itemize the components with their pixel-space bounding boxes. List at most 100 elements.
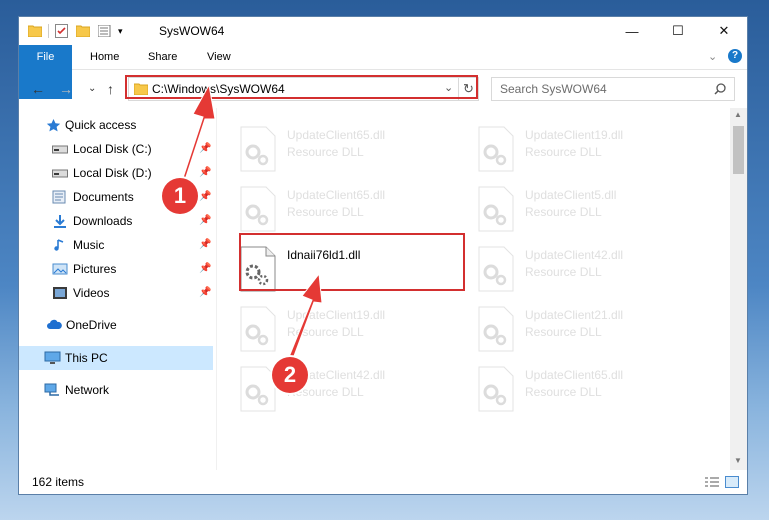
sidebar-item-local-disk-c[interactable]: Local Disk (C:) xyxy=(52,138,152,160)
file-item[interactable]: UpdateClient21.dll Resource DLL xyxy=(477,306,707,360)
ribbon-tabs: File Home Share View ⌄ ? xyxy=(19,45,747,99)
music-icon xyxy=(54,239,64,251)
file-type: Resource DLL xyxy=(525,205,602,219)
file-name: UpdateClient65.dll xyxy=(525,368,624,382)
sidebar-item-label: Music xyxy=(73,238,105,252)
customize-toolbar-icon[interactable]: ▾ xyxy=(118,26,123,37)
expand-ribbon-icon[interactable]: ⌄ xyxy=(708,50,717,63)
sidebar-item-documents[interactable]: Documents xyxy=(52,186,134,208)
sidebar-item-onedrive[interactable]: OneDrive xyxy=(46,314,117,336)
new-folder-icon[interactable] xyxy=(76,25,90,37)
large-icons-view-icon[interactable] xyxy=(725,476,739,488)
tab-share[interactable]: Share xyxy=(148,45,177,69)
sidebar-item-videos[interactable]: Videos xyxy=(52,282,109,304)
title-bar: ▾ SysWOW64 — ☐ ✕ xyxy=(19,17,747,45)
address-bar-highlight xyxy=(125,75,478,99)
search-icon[interactable] xyxy=(714,83,726,95)
sidebar-item-label: Downloads xyxy=(73,214,133,228)
details-view-icon[interactable] xyxy=(705,476,719,488)
file-item[interactable]: UpdateClient42.dll Resource DLL xyxy=(477,246,707,300)
file-type: Resource DLL xyxy=(525,325,602,339)
dll-file-icon xyxy=(240,186,276,232)
network-icon xyxy=(44,383,59,396)
explorer-window: ▾ SysWOW64 — ☐ ✕ File Home Share View ⌄ … xyxy=(19,17,747,494)
help-icon[interactable]: ? xyxy=(728,49,742,63)
videos-icon xyxy=(53,287,67,299)
file-item[interactable]: UpdateClient65.dll Resource DLL xyxy=(477,366,707,420)
scroll-up-icon[interactable]: ▲ xyxy=(734,110,742,119)
dll-file-icon xyxy=(478,186,514,232)
downloads-icon xyxy=(54,215,66,228)
file-item[interactable]: UpdateClient65.dll Resource DLL xyxy=(239,186,469,240)
file-type: Resource DLL xyxy=(287,205,364,219)
item-count: 162 items xyxy=(32,475,85,489)
sidebar-item-downloads[interactable]: Downloads xyxy=(52,210,132,232)
tab-view[interactable]: View xyxy=(207,45,231,69)
file-highlight xyxy=(239,233,465,291)
file-item[interactable]: UpdateClient19.dll Resource DLL xyxy=(477,126,707,180)
star-icon xyxy=(46,118,61,131)
drive-icon xyxy=(52,169,68,178)
status-bar: 162 items xyxy=(19,470,747,494)
quick-access-toolbar: ▾ xyxy=(28,22,123,40)
dll-file-icon xyxy=(478,246,514,292)
file-name: UpdateClient65.dll xyxy=(287,188,386,202)
sidebar-item-label: This PC xyxy=(65,351,108,365)
sidebar-item-label: Local Disk (C:) xyxy=(73,142,152,156)
sidebar-item-quick-access[interactable]: Quick access xyxy=(46,114,136,136)
navigation-pane: Quick access Local Disk (C:) 📌 Local Dis… xyxy=(19,108,216,468)
pictures-icon xyxy=(52,263,68,275)
dll-file-icon xyxy=(240,306,276,352)
file-item[interactable]: UpdateClient65.dll Resource DLL xyxy=(239,126,469,180)
file-type: Resource DLL xyxy=(525,145,602,159)
minimize-button[interactable]: — xyxy=(609,17,655,45)
pin-icon: 📌 xyxy=(199,143,212,154)
dll-file-icon xyxy=(478,126,514,172)
cloud-icon xyxy=(47,319,62,329)
step-1-callout: 1 xyxy=(162,178,198,214)
sidebar-item-label: Quick access xyxy=(65,118,137,132)
sidebar-item-network[interactable]: Network xyxy=(44,379,109,401)
properties-icon[interactable] xyxy=(55,24,68,38)
pin-icon: 📌 xyxy=(199,215,212,226)
sidebar-item-local-disk-d[interactable]: Local Disk (D:) xyxy=(52,162,152,184)
forward-button[interactable]: → xyxy=(59,81,73,97)
pin-icon: 📌 xyxy=(199,167,212,178)
sidebar-item-pictures[interactable]: Pictures xyxy=(52,258,116,280)
search-input[interactable]: Search SysWOW64 xyxy=(500,82,607,96)
sidebar-item-label: Pictures xyxy=(73,262,117,276)
scroll-thumb[interactable] xyxy=(733,126,744,174)
file-name: UpdateClient5.dll xyxy=(525,188,617,202)
vertical-scrollbar[interactable]: ▲ ▼ xyxy=(730,108,747,470)
up-button[interactable]: ↑ xyxy=(107,81,114,97)
file-name: UpdateClient19.dll xyxy=(525,128,624,142)
view-options-icon[interactable] xyxy=(98,25,114,37)
back-button[interactable]: ← xyxy=(31,81,45,97)
scroll-down-icon[interactable]: ▼ xyxy=(734,456,742,465)
file-name: UpdateClient19.dll xyxy=(287,308,386,322)
file-name: UpdateClient65.dll xyxy=(287,128,386,142)
file-type: Resource DLL xyxy=(287,325,364,339)
pin-icon: 📌 xyxy=(199,191,212,202)
sidebar-item-label: OneDrive xyxy=(66,318,117,332)
pane-divider xyxy=(216,108,217,470)
close-button[interactable]: ✕ xyxy=(701,17,747,45)
drive-icon xyxy=(52,145,68,154)
sidebar-item-music[interactable]: Music xyxy=(52,234,104,256)
sidebar-item-this-pc[interactable]: This PC xyxy=(44,347,108,369)
tab-home[interactable]: Home xyxy=(90,45,119,69)
file-name: UpdateClient21.dll xyxy=(525,308,624,322)
recent-locations-button[interactable]: ⌄ xyxy=(88,83,96,94)
pin-icon: 📌 xyxy=(199,287,212,298)
file-item[interactable]: UpdateClient5.dll Resource DLL xyxy=(477,186,707,240)
file-name: UpdateClient42.dll xyxy=(525,248,624,262)
search-box[interactable]: Search SysWOW64 xyxy=(491,77,735,101)
dll-file-icon xyxy=(240,126,276,172)
maximize-button[interactable]: ☐ xyxy=(655,17,701,45)
window-title: SysWOW64 xyxy=(159,24,225,38)
file-item[interactable]: UpdateClient19.dll Resource DLL xyxy=(239,306,469,360)
sidebar-item-label: Network xyxy=(65,383,110,397)
dll-file-icon xyxy=(478,306,514,352)
folder-icon xyxy=(28,25,42,37)
sidebar-item-label: Videos xyxy=(73,286,110,300)
